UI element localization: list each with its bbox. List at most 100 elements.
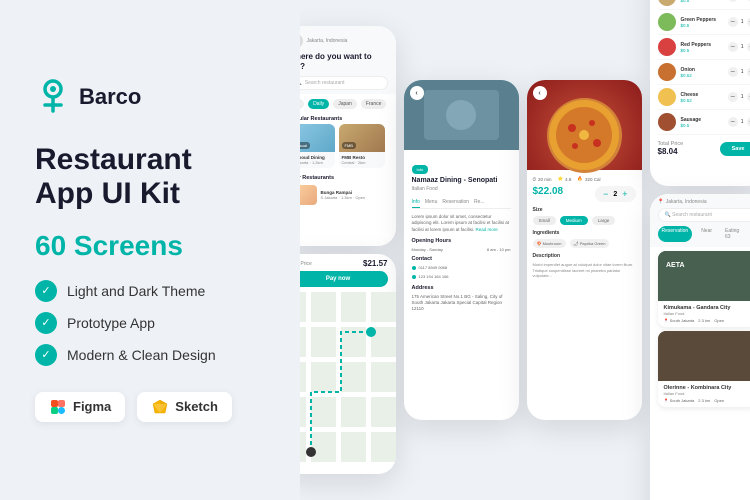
cat-france[interactable]: France — [361, 99, 387, 109]
rli-distance-1: 2.3 km — [698, 318, 710, 323]
ingr-qty-1: − 1 + — [728, 0, 750, 2]
qty-plus[interactable]: + — [622, 189, 627, 199]
ingr-name-5: Cheese — [681, 92, 699, 98]
screen-restaurant-list: 👤 Jakarta, Indonesia Where do you want t… — [300, 26, 396, 246]
description-label: Description — [533, 253, 636, 259]
tab-menu[interactable]: Menu — [425, 197, 438, 208]
cat-all[interactable]: All — [300, 99, 304, 109]
cat-japan[interactable]: Japan — [333, 99, 357, 109]
ingr-price-6: $0.5 — [681, 123, 702, 128]
qty-plus-5[interactable]: + — [747, 92, 750, 102]
barco-logo-icon — [35, 79, 71, 115]
screen2-content: Info Namaaz Dining - Senopati Italian Fo… — [404, 150, 519, 326]
back-button-pizza[interactable]: ‹ — [533, 86, 547, 100]
detail-tabs: Info Menu Reservation Re... — [412, 197, 511, 209]
size-medium[interactable]: Medium — [560, 216, 588, 225]
screen-col-4: Ingredients ··· Mushroom $0.5 − 1 — [650, 0, 750, 500]
pizza-svg — [547, 98, 622, 173]
categories-row: All Daily Japan France — [300, 94, 396, 114]
screen-col-2: ‹ Info Namaaz Dining - Senopati Italian … — [404, 80, 519, 420]
nearby-item-1[interactable]: Bunga Rampai S.Jakarta · 1.3km · Open — [300, 185, 388, 205]
rli-sub-1: Italian Food — [664, 311, 750, 316]
rli-open-2: Open — [714, 398, 724, 403]
nearby-label: Near Restaurants — [300, 173, 396, 183]
s1-avatar-row: 👤 Jakarta, Indonesia — [300, 34, 388, 48]
save-button[interactable]: Save — [720, 142, 750, 156]
pay-button[interactable]: Pay now — [300, 271, 388, 287]
total-price-label: Total Price — [300, 261, 312, 267]
back-button[interactable]: ‹ — [410, 86, 424, 100]
qty-val-2: 1 — [741, 19, 744, 25]
map-route-svg — [300, 292, 396, 462]
ingr-left-2: Green Peppers $0.5 — [658, 13, 717, 31]
qty-minus-1[interactable]: − — [728, 0, 738, 2]
rest-overlay-2: FMB — [342, 142, 356, 149]
qty-minus[interactable]: − — [603, 189, 608, 199]
feature-label-3: Modern & Clean Design — [67, 347, 216, 363]
tab-info[interactable]: Info — [412, 197, 420, 208]
ingr-avatar-cheese — [658, 88, 676, 106]
ingr-price-2: $0.5 — [681, 23, 717, 28]
rating-meta: ⭐ 4.8 — [558, 176, 572, 182]
size-large[interactable]: Large — [592, 216, 616, 225]
qty-minus-4[interactable]: − — [728, 67, 738, 77]
ingr-qty-4: − 1 + — [728, 67, 750, 77]
ingr-left-6: Sausage $0.5 — [658, 113, 702, 131]
quantity-control[interactable]: − 2 + — [595, 186, 635, 202]
qty-minus-2[interactable]: − — [728, 17, 738, 27]
tab-eating[interactable]: Eating 63 — [721, 226, 743, 242]
ingr-name-4: Onion — [681, 67, 695, 73]
right-panel: 👤 Jakarta, Indonesia Where do you want t… — [300, 0, 750, 500]
rli-meta-2: 📍 South Jakarta 2.3 km Open — [664, 398, 750, 403]
ingr-info-1: Mushroom $0.5 — [681, 0, 707, 3]
size-small[interactable]: Small — [533, 216, 556, 225]
tab-reservation[interactable]: Reservation — [442, 197, 469, 208]
search-placeholder: Search restaurant — [305, 80, 345, 86]
feature-item-3: ✓ Modern & Clean Design — [35, 344, 265, 366]
ingr-left-4: Onion $0.62 — [658, 63, 695, 81]
email-row: 123 194 164 166 — [412, 274, 511, 281]
qty-plus-1[interactable]: + — [747, 0, 750, 2]
rest-overlay-1: Casual — [300, 142, 310, 149]
screen-nearby: 📍 Jakarta, Indonesia 🔍 Search restaurant… — [650, 194, 750, 500]
total-price-val: $21.57 — [363, 259, 387, 268]
rli-location-2: 📍 South Jakarta — [664, 398, 695, 403]
rest-card-2[interactable]: FMB FMB Resto Central · 2km — [339, 124, 385, 168]
cat-daily[interactable]: Daily — [308, 99, 329, 109]
sketch-label: Sketch — [175, 399, 218, 414]
rli-img-2 — [658, 331, 750, 381]
tab-more[interactable]: Re... — [474, 197, 485, 208]
qty-minus-5[interactable]: − — [728, 92, 738, 102]
ingr-row-sausage: Sausage $0.5 − 1 + — [658, 110, 750, 135]
rest-card-img-1: Casual — [300, 124, 335, 152]
rest-card-1[interactable]: Casual Hamoud Dining S.Jakarta · 1.2km — [300, 124, 335, 168]
pizza-hero: ‹ — [527, 80, 642, 170]
screen-col-1: 👤 Jakarta, Indonesia Where do you want t… — [300, 26, 396, 474]
tab-reservation[interactable]: Reservation — [658, 226, 693, 242]
qty-plus-6[interactable]: + — [747, 117, 750, 127]
list-item-2[interactable]: Olerinne - Kombinara City Italian Food 📍… — [658, 331, 750, 407]
qty-minus-3[interactable]: − — [728, 42, 738, 52]
qty-plus-3[interactable]: + — [747, 42, 750, 52]
qty-minus-6[interactable]: − — [728, 117, 738, 127]
ingr-qty-2: − 1 + — [728, 17, 750, 27]
total-section: Total Price $8.04 — [658, 141, 684, 156]
rli-sub-2: Italian Food — [664, 391, 750, 396]
size-label: Size — [533, 207, 636, 213]
ingr-left-5: Cheese $0.62 — [658, 88, 699, 106]
ingr-price-1: $0.5 — [681, 0, 707, 3]
qty-plus-4[interactable]: + — [747, 67, 750, 77]
screen6-search[interactable]: 🔍 Search restaurant — [658, 208, 750, 222]
search-bar[interactable]: 🔍 Search restaurant — [300, 76, 388, 90]
size-selector: Small Medium Large — [533, 216, 636, 225]
ingr-left-3: Red Peppers $0.5 — [658, 38, 712, 56]
qty-plus-2[interactable]: + — [747, 17, 750, 27]
check-icon-3: ✓ — [35, 344, 57, 366]
screens-count: 60 Screens — [35, 230, 265, 262]
list-item-1[interactable]: AETA Kimukama - Gandara City Italian Foo… — [658, 251, 750, 327]
qty-val-4: 1 — [741, 69, 744, 75]
tab-near[interactable]: Near — [697, 226, 716, 242]
figma-label: Figma — [73, 399, 111, 414]
figma-icon — [49, 398, 67, 416]
main-title: Restaurant App UI Kit — [35, 143, 265, 212]
